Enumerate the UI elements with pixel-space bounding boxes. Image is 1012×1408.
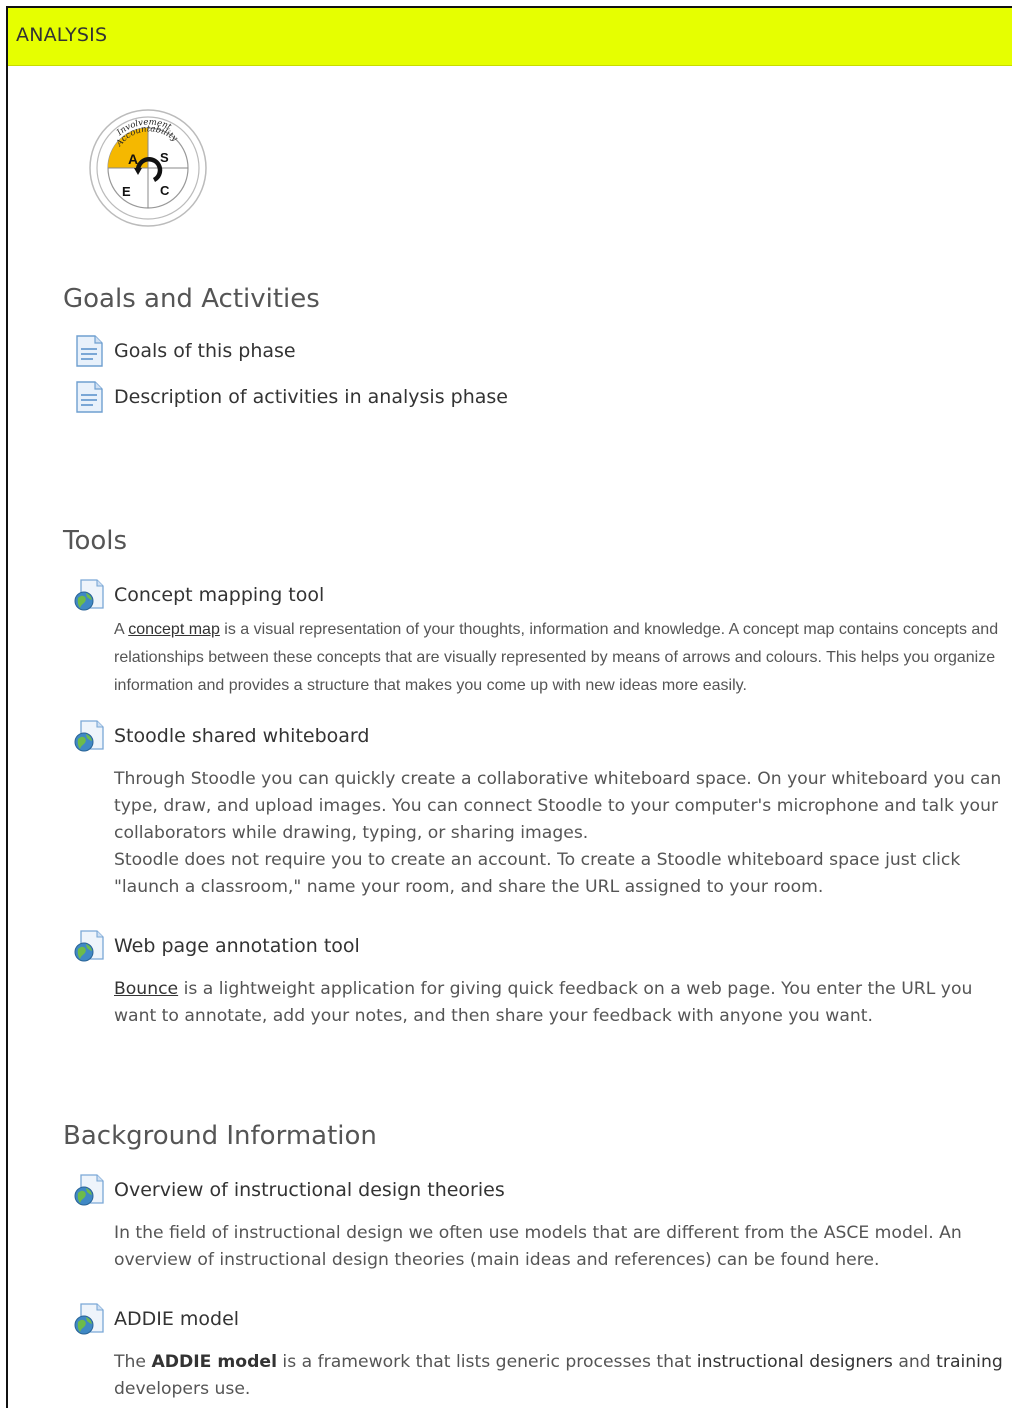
section-title-tools: Tools: [63, 526, 128, 556]
web-link-icon: [74, 720, 104, 752]
resource-label[interactable]: ADDIE model: [114, 1308, 239, 1330]
page-icon: [76, 381, 103, 413]
svg-text:A: A: [128, 151, 138, 167]
page-icon: [76, 335, 103, 367]
resource-label[interactable]: Stoodle shared whiteboard: [114, 725, 369, 747]
section-header-title: ANALYSIS: [16, 24, 108, 46]
section-title-goals: Goals and Activities: [63, 284, 320, 314]
resource-label[interactable]: Goals of this phase: [114, 340, 296, 362]
section-header-bar: ANALYSIS: [8, 8, 1012, 66]
resource-description: Bounce is a lightweight application for …: [114, 979, 973, 1026]
bounce-link[interactable]: Bounce: [114, 979, 178, 999]
section-title-background: Background Information: [63, 1121, 377, 1151]
web-link-icon: [74, 1303, 104, 1335]
svg-text:C: C: [160, 183, 170, 198]
web-link-icon: [74, 930, 104, 962]
resource-label[interactable]: Overview of instructional design theorie…: [114, 1179, 505, 1201]
resource-description: A concept map is a visual representation…: [114, 621, 999, 694]
asce-model-logo-icon: Involvement Accountability A S E C: [89, 109, 207, 227]
page-frame: ANALYSIS Involvement Accountability A S …: [6, 6, 1012, 1408]
web-link-icon: [74, 579, 104, 611]
resource-label[interactable]: Web page annotation tool: [114, 935, 360, 957]
concept-map-link[interactable]: concept map: [128, 621, 220, 638]
resource-label[interactable]: Concept mapping tool: [114, 584, 324, 606]
web-link-icon: [74, 1174, 104, 1206]
resource-description: In the field of instructional design we …: [114, 1223, 962, 1270]
resource-label[interactable]: Description of activities in analysis ph…: [114, 386, 508, 408]
resource-description: Through Stoodle you can quickly create a…: [114, 769, 1002, 897]
svg-text:E: E: [122, 184, 131, 199]
svg-text:S: S: [160, 150, 169, 165]
resource-description: The ADDIE model is a framework that list…: [114, 1352, 1003, 1399]
